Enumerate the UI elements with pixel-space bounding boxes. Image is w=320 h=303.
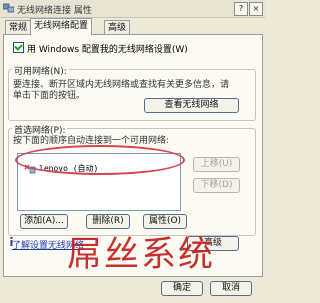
- available-networks-text-2: 单击下面的按钮。: [13, 91, 86, 101]
- tab-wireless-networks[interactable]: 无线网络配置: [30, 18, 93, 35]
- move-up-button[interactable]: 上移(U): [193, 157, 240, 172]
- preferred-networks-subtitle: 按下面的顺序自动连接到一个可用网络:: [13, 136, 170, 146]
- annotation-ellipse: [15, 145, 185, 175]
- network-icon: [3, 3, 14, 13]
- view-wireless-networks-button[interactable]: 查看无线网络: [144, 98, 239, 113]
- checkmark-icon: [14, 42, 23, 51]
- ok-button[interactable]: 确定: [161, 281, 203, 296]
- move-down-button[interactable]: 下移(D): [193, 178, 240, 193]
- available-networks-title: 可用网络(N):: [12, 64, 69, 77]
- window-title: 无线网络连接 属性: [17, 6, 92, 16]
- watermark-text: 屌丝系统: [67, 235, 216, 275]
- cancel-button[interactable]: 取消: [210, 281, 252, 296]
- tab-general[interactable]: 常规: [5, 20, 32, 35]
- help-button[interactable]: ?: [234, 2, 248, 16]
- use-windows-label: 用 Windows 配置我的无线网络设置(W): [27, 45, 188, 55]
- use-windows-checkbox[interactable]: [13, 42, 24, 53]
- tab-advanced[interactable]: 高级: [104, 20, 131, 35]
- close-button[interactable]: ×: [249, 2, 263, 16]
- add-button[interactable]: 添加(A)...: [20, 214, 68, 229]
